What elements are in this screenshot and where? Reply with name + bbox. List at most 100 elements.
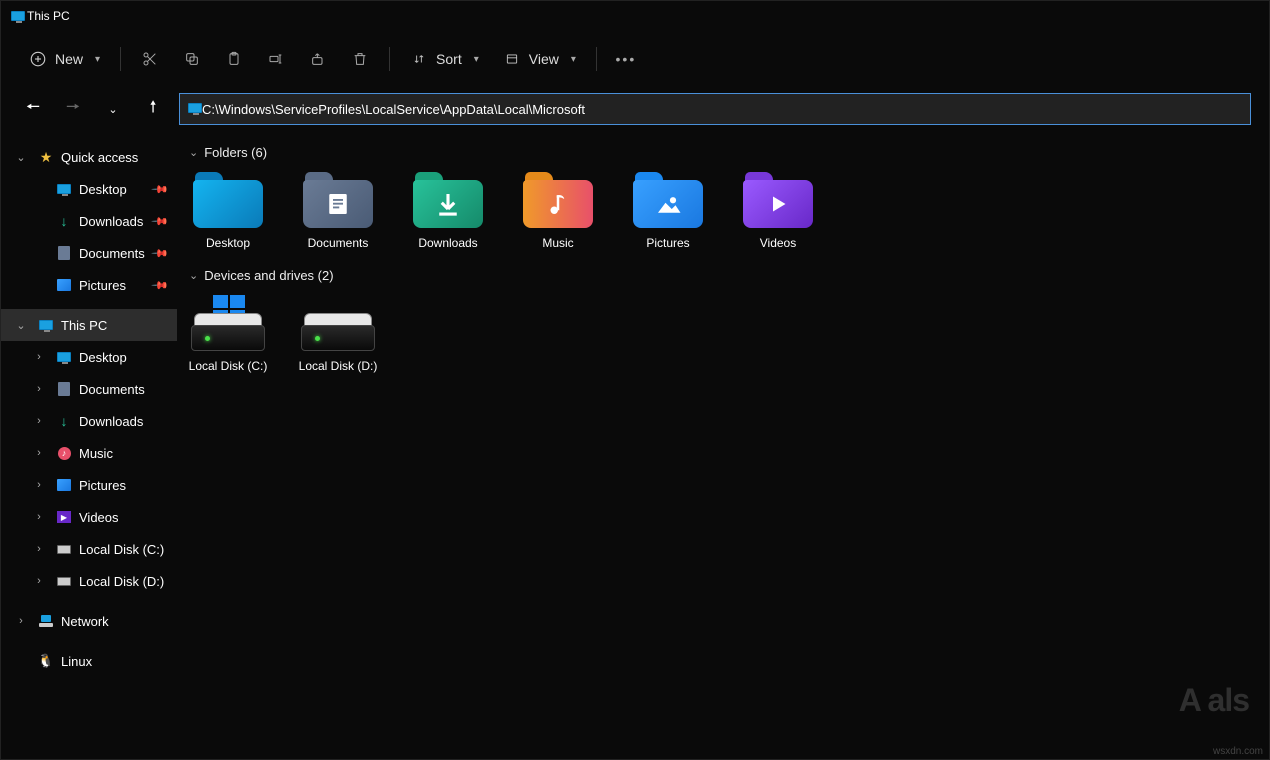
folders-section-header[interactable]: ⌄ Folders (6) [189,145,1269,160]
download-icon: ↓ [55,213,73,229]
drive-icon [191,291,265,351]
drive-c[interactable]: Local Disk (C:) [189,291,267,373]
sidebar-item-music-pc[interactable]: › ♪ Music [1,437,177,469]
drives-grid: Local Disk (C:) Local Disk (D:) [189,291,1269,373]
sidebar-item-label: Downloads [79,214,147,229]
new-button[interactable]: New ▾ [19,40,110,78]
chevron-right-icon: › [29,543,49,555]
this-pc-icon [9,8,27,24]
trash-icon [351,50,369,68]
copy-button[interactable] [173,40,211,78]
sidebar-item-drive-c[interactable]: › Local Disk (C:) [1,533,177,565]
new-label: New [55,51,83,67]
body: ⌄ ★ Quick access Desktop 📌 ↓ Downloads 📌… [1,131,1269,759]
separator [120,47,121,71]
chevron-down-icon: ⌄ [11,319,31,332]
sidebar-item-label: Network [61,614,169,629]
navigation-row: 🠔 🠖 ⌄ 🠕 [1,87,1269,131]
delete-button[interactable] [341,40,379,78]
rename-button[interactable] [257,40,295,78]
sidebar-item-label: Documents [79,382,169,397]
file-explorer-window: This PC New ▾ Sort ▾ View ▾ ••• [0,0,1270,760]
sort-button[interactable]: Sort ▾ [400,40,489,78]
network-icon [37,613,55,629]
picture-icon [55,277,73,293]
folder-music[interactable]: Music [519,168,597,250]
drive-icon [55,541,73,557]
linux-icon: 🐧 [37,653,55,669]
view-icon [503,50,521,68]
sidebar-linux[interactable]: 🐧 Linux [1,645,177,677]
sidebar-item-pictures-pc[interactable]: › Pictures [1,469,177,501]
chevron-right-icon: › [11,615,31,627]
sidebar-item-label: Local Disk (C:) [79,542,169,557]
clipboard-icon [225,50,243,68]
pin-icon: 📌 [151,276,170,295]
folder-label: Videos [760,236,796,250]
sidebar-this-pc[interactable]: ⌄ This PC [1,309,177,341]
chevron-right-icon: › [29,383,49,395]
copy-icon [183,50,201,68]
drive-label: Local Disk (C:) [189,359,268,373]
sidebar-item-drive-d[interactable]: › Local Disk (D:) [1,565,177,597]
cut-button[interactable] [131,40,169,78]
folder-label: Music [542,236,573,250]
view-button[interactable]: View ▾ [493,40,586,78]
sidebar-item-documents[interactable]: Documents 📌 [1,237,177,269]
sidebar-quick-access[interactable]: ⌄ ★ Quick access [1,141,177,173]
share-button[interactable] [299,40,337,78]
folder-icon [411,168,485,228]
sidebar-item-videos-pc[interactable]: › ▶ Videos [1,501,177,533]
pin-icon: 📌 [151,244,170,263]
chevron-down-icon: ▾ [474,54,479,65]
back-button[interactable]: 🠔 [19,95,47,123]
window-title: This PC [27,9,70,23]
folder-documents[interactable]: Documents [299,168,377,250]
monitor-icon [55,349,73,365]
share-icon [309,50,327,68]
section-title: Devices and drives (2) [204,268,333,283]
sidebar-item-pictures[interactable]: Pictures 📌 [1,269,177,301]
forward-button[interactable]: 🠖 [59,95,87,123]
chevron-down-icon: ▾ [95,54,100,65]
sidebar-item-desktop[interactable]: Desktop 📌 [1,173,177,205]
more-button[interactable]: ••• [607,40,645,78]
monitor-icon [55,181,73,197]
folder-icon [521,168,595,228]
sidebar-item-downloads[interactable]: ↓ Downloads 📌 [1,205,177,237]
music-icon: ♪ [55,445,73,461]
sidebar-item-downloads-pc[interactable]: › ↓ Downloads [1,405,177,437]
folder-icon [631,168,705,228]
folder-label: Pictures [646,236,689,250]
more-icon: ••• [617,50,635,68]
sidebar-item-desktop-pc[interactable]: › Desktop [1,341,177,373]
watermark-text: wsxdn.com [1213,746,1263,757]
chevron-down-icon: ⌄ [108,103,117,116]
sidebar-item-documents-pc[interactable]: › Documents [1,373,177,405]
folder-icon [191,168,265,228]
paste-button[interactable] [215,40,253,78]
rename-icon [267,50,285,68]
address-input[interactable] [202,102,1242,117]
folder-desktop[interactable]: Desktop [189,168,267,250]
sidebar-item-label: Downloads [79,414,169,429]
sidebar-item-label: Local Disk (D:) [79,574,169,589]
folder-label: Downloads [418,236,477,250]
sidebar-item-label: Desktop [79,350,169,365]
folder-downloads[interactable]: Downloads [409,168,487,250]
folder-icon [301,168,375,228]
chevron-down-icon: ▾ [571,54,576,65]
document-icon [55,245,73,261]
address-bar[interactable] [179,93,1251,125]
sidebar-item-label: Desktop [79,182,147,197]
recent-button[interactable]: ⌄ [99,95,127,123]
up-button[interactable]: 🠕 [139,95,167,123]
folder-videos[interactable]: Videos [739,168,817,250]
folder-icon [741,168,815,228]
drives-section-header[interactable]: ⌄ Devices and drives (2) [189,268,1269,283]
pin-icon: 📌 [151,180,170,199]
folder-pictures[interactable]: Pictures [629,168,707,250]
drive-d[interactable]: Local Disk (D:) [299,291,377,373]
star-icon: ★ [37,149,55,165]
sidebar-network[interactable]: › Network [1,605,177,637]
